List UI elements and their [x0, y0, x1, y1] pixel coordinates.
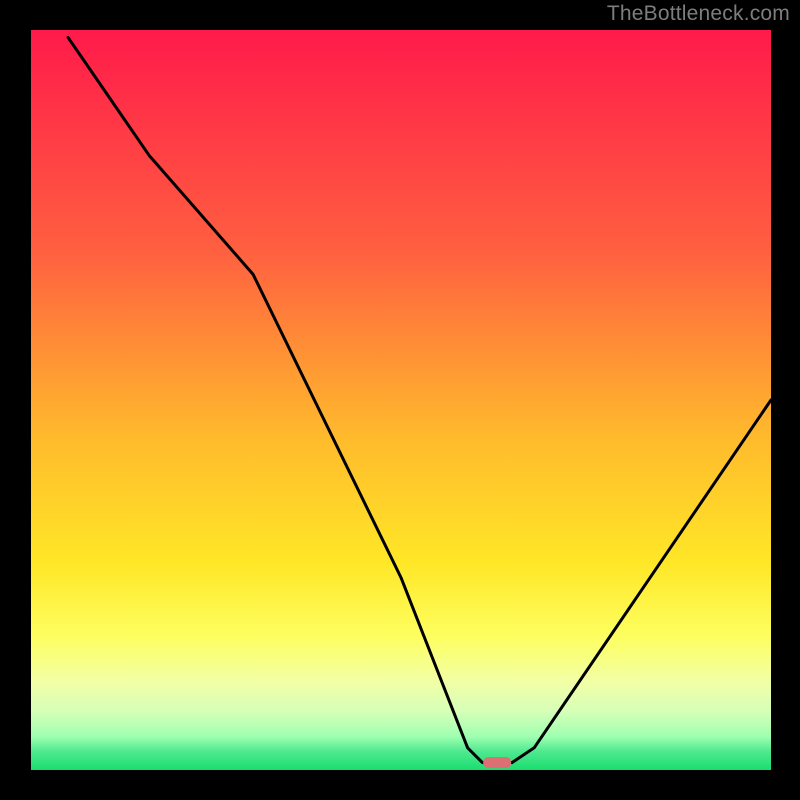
watermark-text: TheBottleneck.com	[607, 2, 790, 26]
bottleneck-chart	[0, 0, 800, 800]
chart-frame: TheBottleneck.com	[0, 0, 800, 800]
plot-background	[31, 30, 771, 770]
optimal-marker	[483, 757, 511, 768]
